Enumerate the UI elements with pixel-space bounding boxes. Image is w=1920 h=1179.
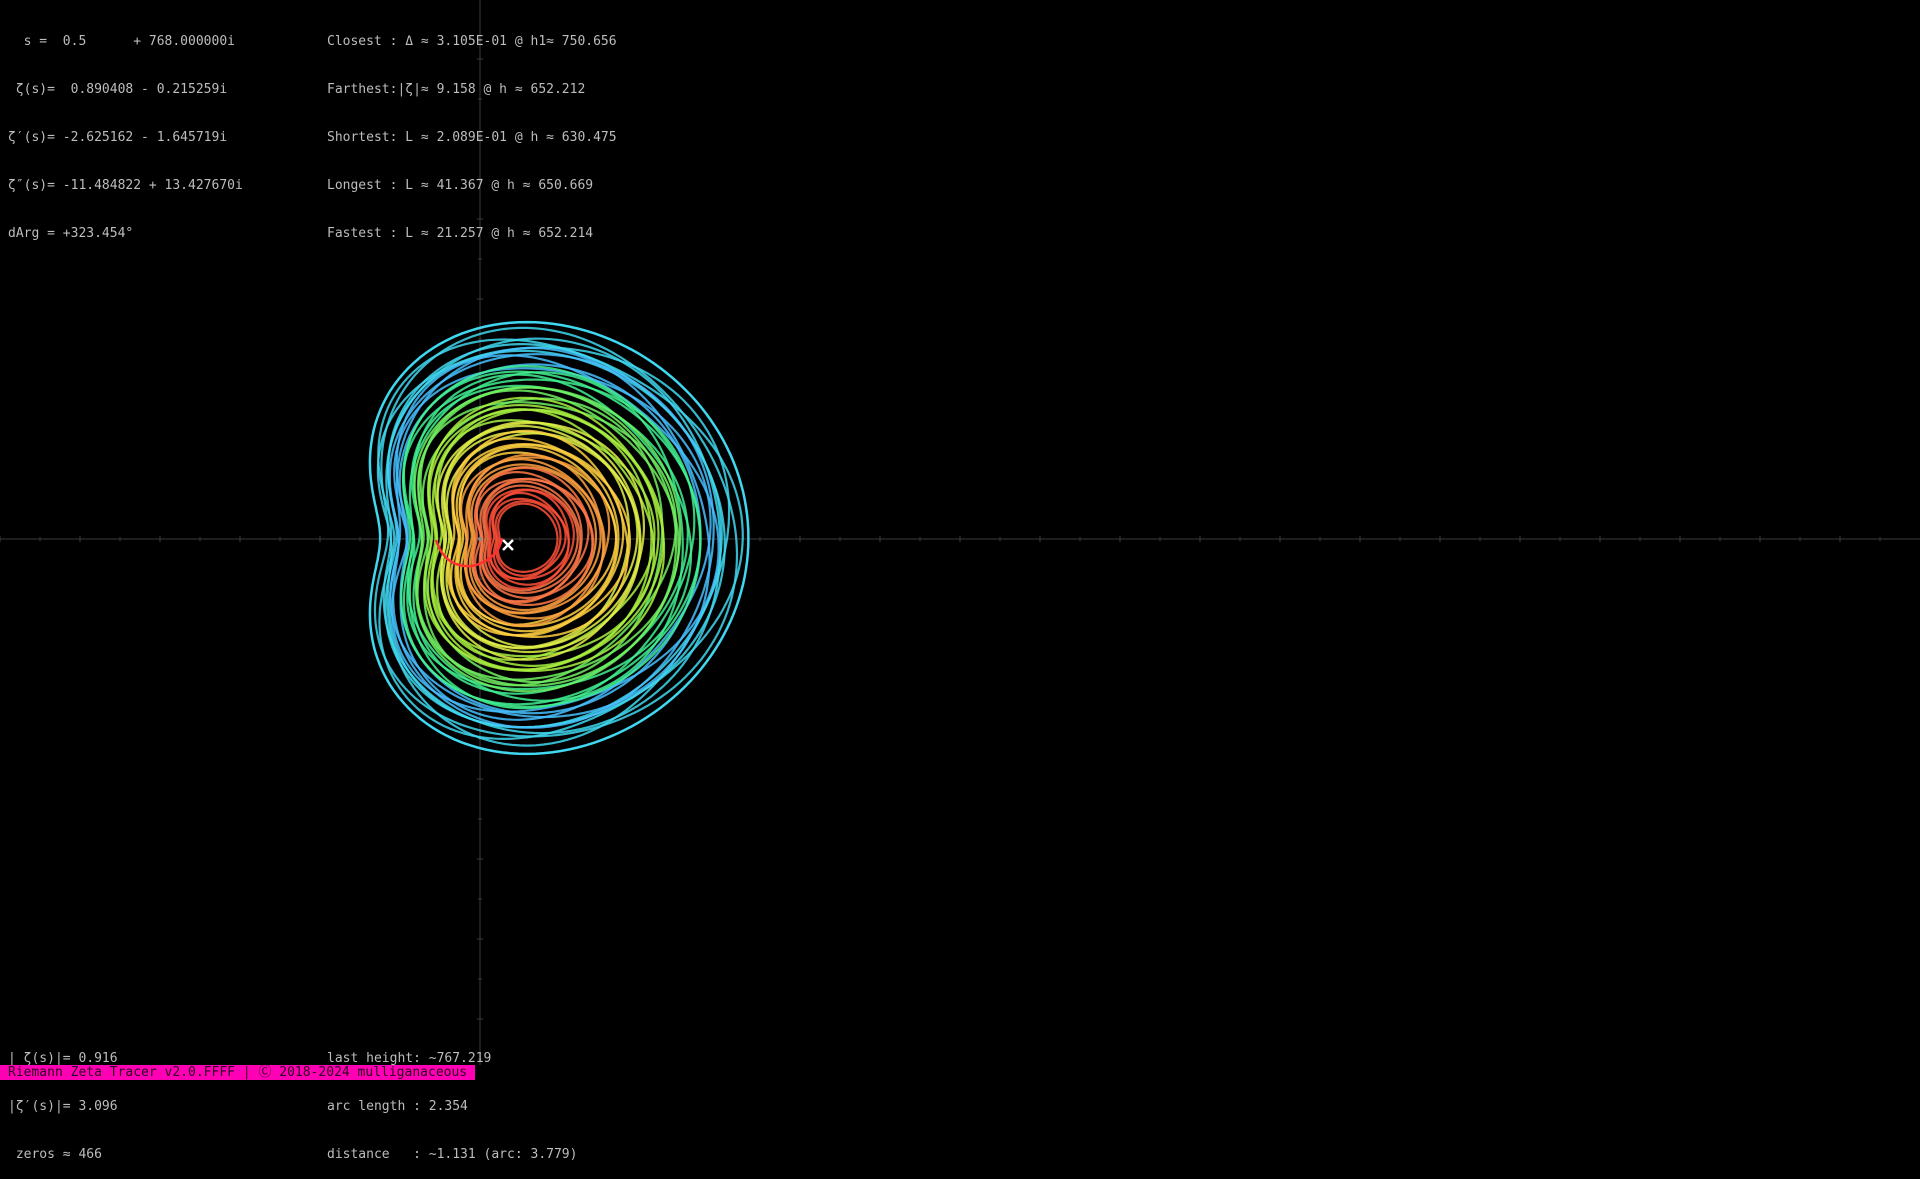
farthest-stat: Farthest:|ζ|≈ 9.158 @ h ≈ 652.212 bbox=[327, 82, 586, 97]
zeros-count-stat: zeros ≈ 466 bbox=[8, 1147, 102, 1162]
fastest-stat: Fastest : L ≈ 21.257 @ h ≈ 652.214 bbox=[327, 226, 594, 241]
distance-stat: distance : ~1.131 (arc: 3.779) bbox=[327, 1147, 578, 1162]
zeta-value: ζ(s)= 0.890408 - 0.215259i bbox=[8, 82, 228, 97]
status-bar: Riemann Zeta Tracer v2.0.FFFF | Ⓒ 2018-2… bbox=[0, 1065, 476, 1080]
darg-value: dArg = +323.454° bbox=[8, 226, 134, 241]
longest-stat: Longest : L ≈ 41.367 @ h ≈ 650.669 bbox=[327, 178, 594, 193]
abs-zeta-prime-stat: |ζ′(s)|= 3.096 bbox=[8, 1099, 118, 1114]
complex-plane-axes bbox=[0, 0, 1920, 1065]
zeta-double-prime-value: ζ″(s)= -11.484822 + 13.427670i bbox=[8, 178, 243, 193]
zeta-prime-value: ζ′(s)= -2.625162 - 1.645719i bbox=[8, 130, 228, 145]
closest-stat: Closest : Δ ≈ 3.105E-01 @ h1≈ 750.656 bbox=[327, 34, 617, 49]
zeta-curve-loop bbox=[496, 502, 559, 573]
zeta-curve-traces bbox=[368, 320, 750, 756]
trace-progress-readout: last height: ~767.219 arc length : 2.354… bbox=[327, 1019, 577, 1179]
origin-crosshair bbox=[478, 537, 482, 541]
magnitude-readout: | ζ(s)|= 0.916 |ζ′(s)|= 3.096 zeros ≈ 46… bbox=[8, 1019, 118, 1179]
arc-length-stat: arc length : 2.354 bbox=[327, 1099, 468, 1114]
s-value: s = 0.5 + 768.000000i bbox=[8, 34, 235, 49]
zeta-value-readout: s = 0.5 + 768.000000i ζ(s)= 0.890408 - 0… bbox=[8, 2, 243, 258]
extrema-readout: Closest : Δ ≈ 3.105E-01 @ h1≈ 750.656 Fa… bbox=[327, 2, 617, 258]
zeta-trace-plot[interactable] bbox=[0, 0, 1920, 1080]
shortest-stat: Shortest: L ≈ 2.089E-01 @ h ≈ 630.475 bbox=[327, 130, 617, 145]
